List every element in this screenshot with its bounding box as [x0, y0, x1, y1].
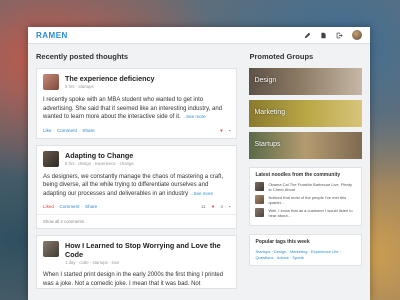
- see-more-link[interactable]: ...See more: [190, 191, 213, 196]
- comments-count: 4: [220, 204, 223, 209]
- post-title[interactable]: Adapting to Change: [65, 151, 134, 160]
- heart-icon[interactable]: ♥: [212, 204, 215, 209]
- app-window: RAMEN Recently posted thoughts The exper…: [28, 27, 370, 300]
- noodle-text: Well, I know that as a customer I would …: [268, 208, 353, 218]
- main-feed: Recently posted thoughts The experience …: [36, 44, 238, 295]
- group-tile-marketing[interactable]: Marketing: [249, 100, 362, 127]
- noodle-item[interactable]: Obama Cal The Franklin Barbecue Live, Pl…: [255, 182, 356, 192]
- noodle-item[interactable]: Noticed that most of the people I've met…: [255, 195, 356, 205]
- show-all-comments-link[interactable]: Show all 4 comments: [37, 214, 237, 228]
- popular-tags-title: Popular tags this week: [255, 239, 310, 245]
- tag-list[interactable]: Startups · Design · Marketing · Experien…: [255, 249, 356, 261]
- share-button[interactable]: Share: [82, 128, 94, 133]
- group-label: Design: [254, 77, 277, 84]
- post-actions: Liked · Comment · Share 11 ♥ 4 ▪: [43, 204, 231, 209]
- top-bar: RAMEN: [28, 27, 370, 44]
- post-meta: 1 day · code · startups · love: [65, 260, 120, 265]
- group-tile-startups[interactable]: Startups: [249, 132, 362, 159]
- likes-count: 11: [200, 204, 206, 209]
- author-avatar[interactable]: [43, 241, 59, 257]
- popular-tags-box: Popular tags this week Startups · Design…: [249, 234, 362, 266]
- post-card: The experience deficiency 5 hrs · startu…: [36, 68, 238, 139]
- post-body: I recently spoke with an MBA student who…: [37, 90, 236, 122]
- noodle-item[interactable]: Well, I know that as a customer I would …: [255, 208, 356, 218]
- group-label: Marketing: [254, 109, 286, 116]
- author-avatar[interactable]: [43, 74, 59, 90]
- group-label: Startups: [254, 141, 281, 148]
- comment-icon[interactable]: ▪: [229, 128, 231, 133]
- top-icons: [304, 30, 362, 40]
- latest-noodles-box: Latest noodles from the community Obama …: [249, 167, 362, 226]
- heart-icon[interactable]: ♥: [220, 128, 223, 133]
- sign-out-icon[interactable]: [336, 32, 343, 39]
- post-meta: 5 hrs · startups: [65, 84, 94, 89]
- document-icon[interactable]: [320, 32, 327, 39]
- post-title[interactable]: The experience deficiency: [65, 74, 155, 83]
- post-actions: Like · Comment · Share ♥ ▪: [43, 127, 231, 133]
- author-avatar[interactable]: [43, 150, 59, 167]
- post-meta: 8 hrs · design · experience · change: [65, 160, 134, 166]
- see-more-link[interactable]: ...See more: [182, 114, 205, 119]
- feed-title: Recently posted thoughts: [36, 52, 129, 61]
- noodle-text: Obama Cal The Franklin Barbecue Live, Pl…: [268, 182, 352, 192]
- post-body: When I started print design in the early…: [43, 272, 224, 287]
- post-body: As designers, we constantly manage the c…: [37, 167, 236, 199]
- post-card: Adapting to Change 8 hrs · design · expe…: [36, 144, 238, 229]
- latest-noodles-title: Latest noodles from the community: [255, 172, 341, 178]
- comment-button[interactable]: Comment: [57, 128, 77, 133]
- liked-button[interactable]: Liked: [43, 204, 54, 209]
- share-button[interactable]: Share: [85, 204, 97, 209]
- pencil-icon[interactable]: [304, 32, 311, 39]
- post-title[interactable]: How I Learned to Stop Worrying and Love …: [65, 241, 230, 259]
- post-card: How I Learned to Stop Worrying and Love …: [36, 235, 238, 289]
- sidebar: Promoted Groups Design Marketing Startup…: [249, 44, 362, 295]
- comment-button[interactable]: Comment: [60, 204, 80, 209]
- noodle-thumbnail: [255, 195, 265, 204]
- like-button[interactable]: Like: [43, 128, 51, 133]
- comment-icon[interactable]: ▪: [229, 204, 231, 209]
- user-avatar[interactable]: [352, 30, 362, 40]
- noodle-thumbnail: [255, 182, 265, 191]
- group-tile-design[interactable]: Design: [249, 68, 362, 95]
- noodle-text: Noticed that most of the people I've met…: [268, 195, 347, 205]
- noodle-thumbnail: [255, 208, 265, 217]
- promoted-groups-title: Promoted Groups: [249, 52, 314, 61]
- app-logo[interactable]: RAMEN: [36, 31, 68, 40]
